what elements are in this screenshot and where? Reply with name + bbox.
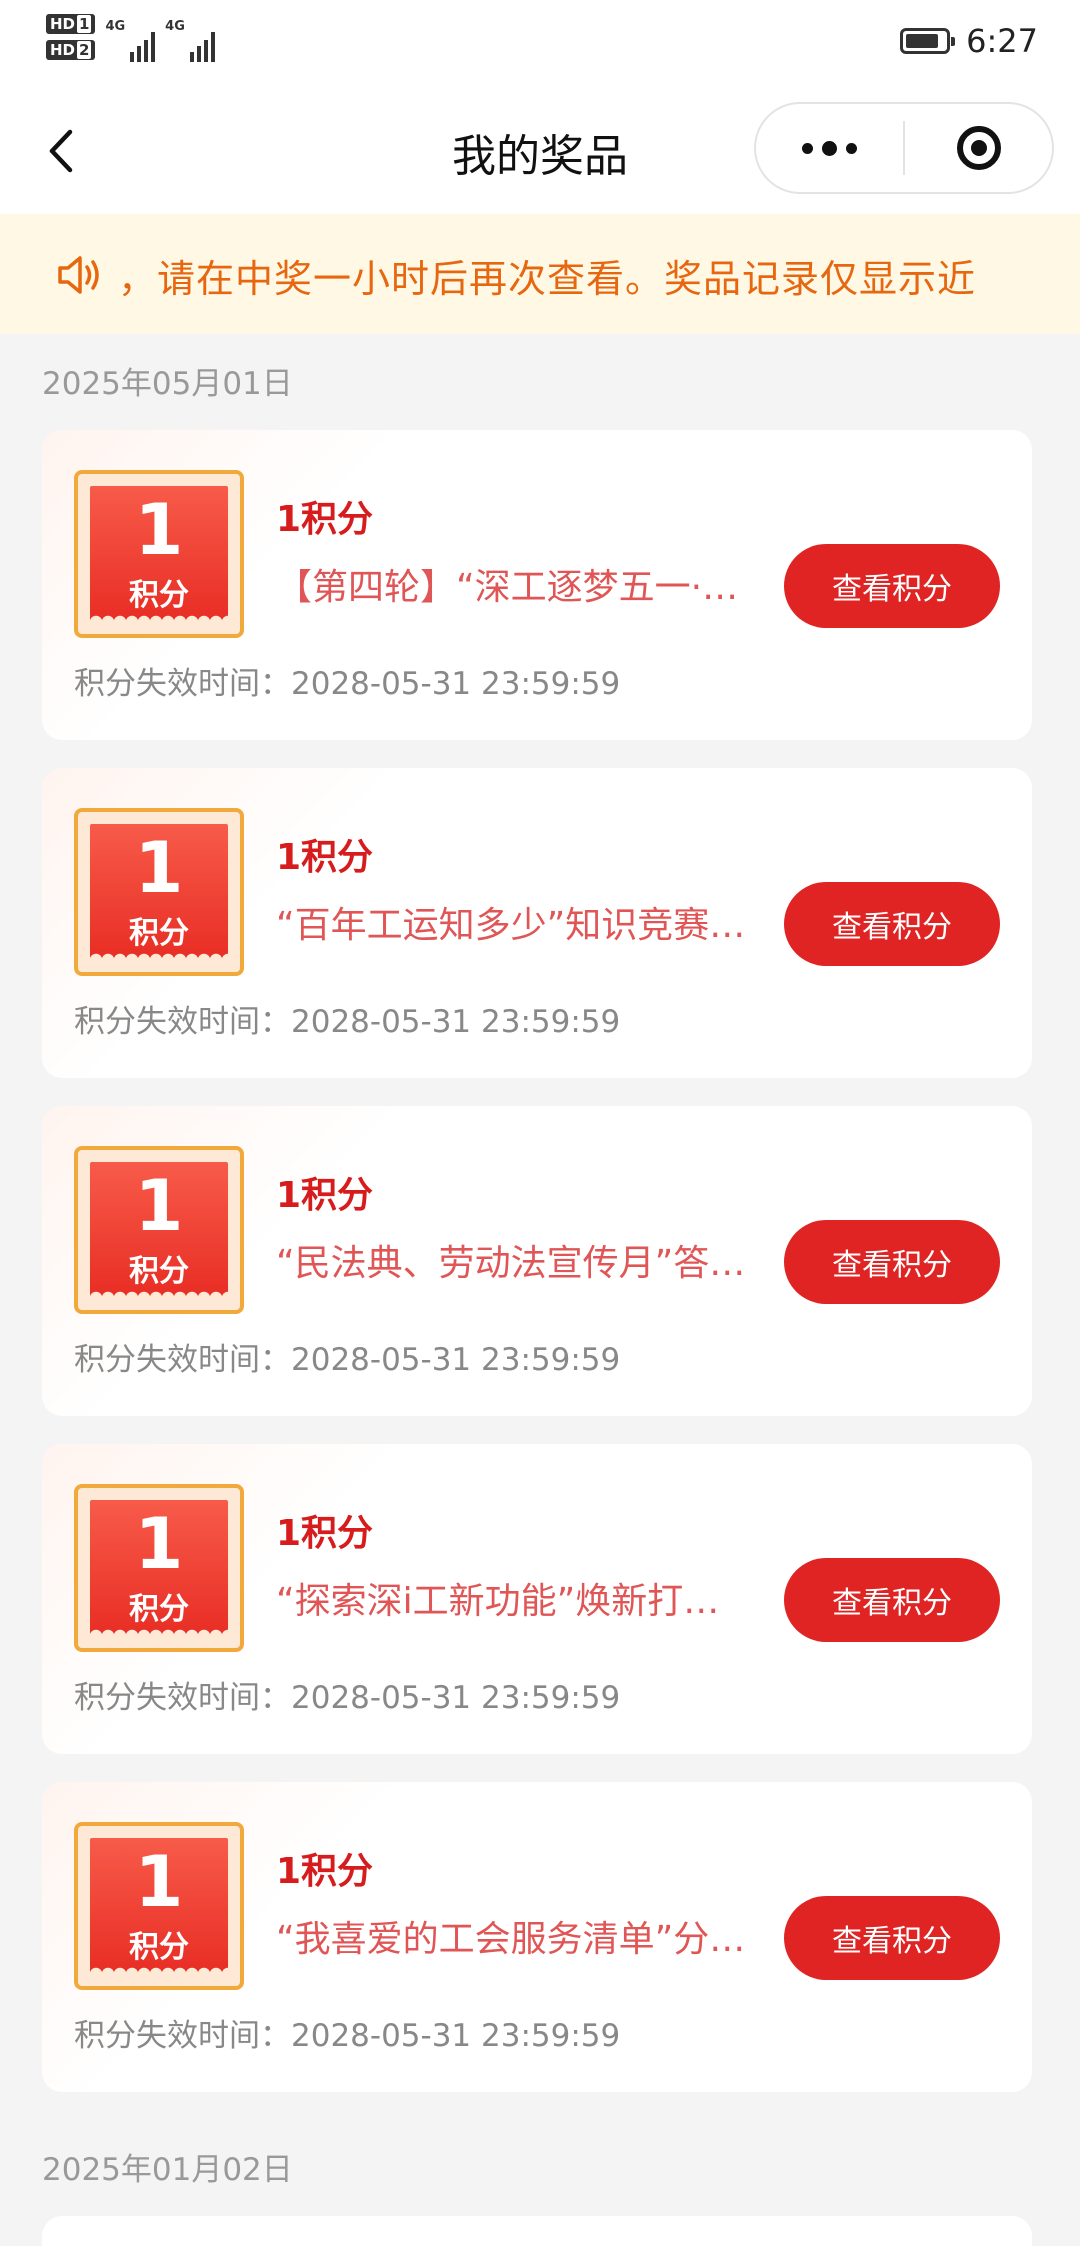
prize-card: 1 积分 1积分 “探索深i工新功能”焕新打… 积分失效时间：2028-05-31… (42, 1444, 1032, 1754)
view-points-button[interactable]: 查看积分 (784, 1220, 1000, 1304)
target-icon (956, 126, 1001, 170)
prize-name: 1积分 (276, 837, 374, 878)
expire-time: 积分失效时间：2028-05-31 23:59:59 (74, 2018, 621, 2054)
mini-program-capsule (754, 102, 1054, 194)
prize-name: 1积分 (276, 499, 374, 540)
notice-bar: ，请在中奖一小时后再次查看。奖品记录仅显示近 (0, 214, 1080, 334)
view-points-button[interactable]: 查看积分 (784, 1558, 1000, 1642)
signal-icon: 4G (105, 20, 156, 62)
more-button[interactable] (756, 104, 903, 192)
prize-card-partial (42, 2216, 1032, 2246)
prize-card: 1 积分 1积分 “我喜爱的工会服务清单”分… 积分失效时间：2028-05-31… (42, 1782, 1032, 2092)
chevron-left-icon (49, 129, 73, 173)
prize-card: 1 积分 1积分 “民法典、劳动法宣传月”答… 积分失效时间：2028-05-31… (42, 1106, 1032, 1416)
expire-time: 积分失效时间：2028-05-31 23:59:59 (74, 1680, 621, 1716)
expire-time: 积分失效时间：2028-05-31 23:59:59 (74, 666, 621, 702)
sim1-badge: HD 1 (46, 14, 96, 34)
prize-card: 1 积分 1积分 【第四轮】“深工逐梦五一·… 积分失效时间：2028-05-31… (42, 430, 1032, 740)
prize-description: “探索深i工新功能”焕新打… (276, 1581, 720, 1622)
back-button[interactable] (40, 126, 90, 176)
prize-description: 【第四轮】“深工逐梦五一·… (276, 567, 739, 608)
speaker-icon (58, 256, 99, 294)
prize-name: 1积分 (276, 1175, 374, 1216)
status-left: HD 1 HD 2 4G 4G (46, 14, 215, 62)
sim-indicators: HD 1 HD 2 (46, 14, 96, 60)
prize-name: 1积分 (276, 1513, 374, 1554)
prize-card: 1 积分 1积分 “百年工运知多少”知识竞赛… 积分失效时间：2028-05-31… (42, 768, 1032, 1078)
expire-time: 积分失效时间：2028-05-31 23:59:59 (74, 1342, 621, 1378)
clock: 6:27 (966, 22, 1038, 60)
prize-description: “我喜爱的工会服务清单”分… (276, 1919, 746, 1960)
points-badge: 1 积分 (74, 1822, 244, 1990)
date-header: 2025年05月01日 (42, 366, 293, 402)
status-right: 6:27 (900, 22, 1038, 60)
signal-icon: 4G (165, 20, 215, 62)
prize-description: “民法典、劳动法宣传月”答… (276, 1243, 746, 1284)
prize-name: 1积分 (276, 1851, 374, 1892)
points-badge: 1 积分 (74, 470, 244, 638)
points-badge: 1 积分 (74, 808, 244, 976)
view-points-button[interactable]: 查看积分 (784, 882, 1000, 966)
close-mini-program-button[interactable] (905, 104, 1052, 192)
expire-time: 积分失效时间：2028-05-31 23:59:59 (74, 1004, 621, 1040)
view-points-button[interactable]: 查看积分 (784, 1896, 1000, 1980)
battery-icon (900, 28, 956, 54)
nav-bar: 我的奖品 (0, 90, 1080, 214)
more-dots-icon (802, 140, 857, 156)
points-badge: 1 积分 (74, 1484, 244, 1652)
prize-description: “百年工运知多少”知识竞赛… (276, 905, 746, 946)
notice-text: ，请在中奖一小时后再次查看。奖品记录仅显示近 (118, 257, 977, 301)
status-bar: HD 1 HD 2 4G 4G 6:27 (0, 0, 1080, 90)
date-header: 2025年01月02日 (42, 2152, 293, 2188)
points-badge: 1 积分 (74, 1146, 244, 1314)
sim2-badge: HD 2 (46, 40, 96, 60)
view-points-button[interactable]: 查看积分 (784, 544, 1000, 628)
